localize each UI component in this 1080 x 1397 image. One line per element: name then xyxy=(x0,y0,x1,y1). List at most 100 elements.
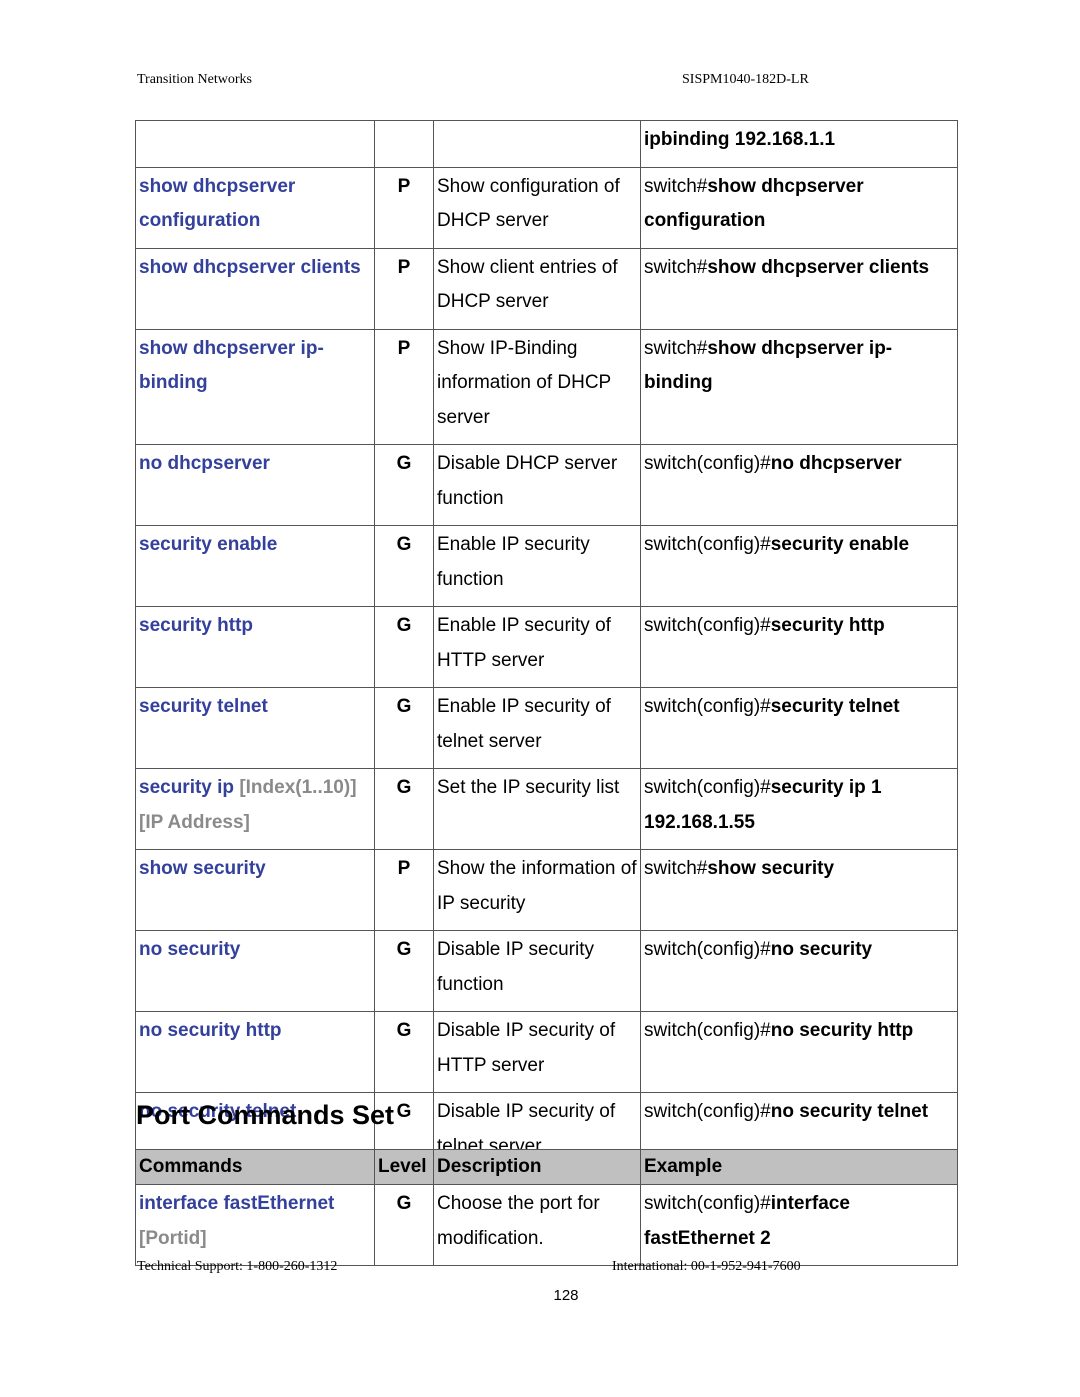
description-cell: Show configuration of DHCP server xyxy=(433,166,641,249)
example-cell: switch#show security xyxy=(640,849,958,931)
example-prompt: switch(config)# xyxy=(644,939,771,960)
example-prompt: switch# xyxy=(644,337,708,359)
description-cell: Enable IP security of telnet server xyxy=(433,687,641,769)
description-cell: Choose the port for modification. xyxy=(433,1184,641,1266)
example-cell: switch#show dhcpserver clients xyxy=(640,247,958,330)
example-command: show security xyxy=(707,858,835,879)
header-level: Level xyxy=(374,1149,434,1185)
example-prompt: switch(config)# xyxy=(644,615,771,636)
example-cell: switch(config)#security telnet xyxy=(640,687,958,769)
example-command: security http xyxy=(770,615,885,636)
level-cell: G xyxy=(374,768,434,850)
example-prompt: switch(config)# xyxy=(644,534,771,555)
command-cell: show dhcpserver configuration xyxy=(135,166,375,249)
description-cell: Enable IP security of HTTP server xyxy=(433,606,641,688)
header-commands: Commands xyxy=(135,1149,375,1185)
level-cell: P xyxy=(374,849,434,931)
table-row: show dhcpserver clients P Show client entr… xyxy=(135,247,958,330)
level-cell: P xyxy=(374,166,434,249)
table-header-row: Commands Level Description Example xyxy=(135,1149,958,1185)
command-cell: interface fastEthernet [Portid] xyxy=(135,1184,375,1266)
header-example: Example xyxy=(640,1149,958,1185)
example-command: show dhcpserver clients xyxy=(707,256,930,278)
command-cell: no security http xyxy=(135,1011,375,1093)
description-cell: Show client entries of DHCP server xyxy=(433,247,641,330)
example-prompt: switch# xyxy=(644,175,708,197)
level-cell: G xyxy=(374,1011,434,1093)
command-name: show dhcpserver clients xyxy=(139,256,361,278)
command-name: show dhcpserver ip-binding xyxy=(139,337,324,394)
command-cell: security ip [Index(1..10)] [IP Address] xyxy=(135,768,375,850)
example-cell: switch(config)#no security http xyxy=(640,1011,958,1093)
port-commands-table: Commands Level Description Example inter… xyxy=(135,1149,958,1266)
table-row: no security http G Disable IP security of … xyxy=(135,1011,958,1093)
description-cell: Enable IP security function xyxy=(433,525,641,607)
command-cell: security http xyxy=(135,606,375,688)
level-cell: G xyxy=(374,1184,434,1266)
example-prompt: switch(config)# xyxy=(644,696,771,717)
footer-support: Technical Support: 1-800-260-1312 xyxy=(137,1259,338,1274)
command-cell: no dhcpserver xyxy=(135,444,375,526)
command-cell: show security xyxy=(135,849,375,931)
table-row: show security P Show the information of IP… xyxy=(135,849,958,931)
description-cell: Disable IP security function xyxy=(433,930,641,1012)
description-cell: Show IP-Binding information of DHCP serv… xyxy=(433,328,641,445)
example-prompt: switch(config)# xyxy=(644,1193,771,1214)
level-cell: P xyxy=(374,247,434,330)
page-number: 128 xyxy=(553,1287,579,1304)
description-cell xyxy=(433,120,641,168)
example-prompt: switch(config)# xyxy=(644,453,771,474)
example-cell: switch(config)#interface fastEthernet 2 xyxy=(640,1184,958,1266)
header-company: Transition Networks xyxy=(137,72,252,87)
command-name: no dhcpserver xyxy=(139,453,270,474)
table-row: security http G Enable IP security of HTTP… xyxy=(135,606,958,688)
example-command: no dhcpserver xyxy=(770,453,902,474)
command-cell: show dhcpserver ip-binding xyxy=(135,328,375,445)
level-cell: G xyxy=(374,930,434,1012)
command-name: security enable xyxy=(139,534,278,555)
level-cell: P xyxy=(374,328,434,445)
example-command: security telnet xyxy=(770,696,900,717)
command-name: security http xyxy=(139,615,254,636)
example-command: ipbinding 192.168.1.1 xyxy=(644,129,836,150)
command-cell xyxy=(135,120,375,168)
example-prompt: switch# xyxy=(644,858,708,879)
command-name: security telnet xyxy=(139,696,268,717)
command-name: no security xyxy=(139,939,241,960)
description-cell: Set the IP security list xyxy=(433,768,641,850)
description-cell: Show the information of IP security xyxy=(433,849,641,931)
table-row: interface fastEthernet [Portid] G Choose t… xyxy=(135,1184,958,1266)
table-row: security enable G Enable IP security funct… xyxy=(135,525,958,607)
example-cell: switch(config)#security ip 1 192.168.1.5… xyxy=(640,768,958,850)
command-name: show security xyxy=(139,858,266,879)
example-cell: switch(config)#security enable xyxy=(640,525,958,607)
table-row: no security G Disable IP security function… xyxy=(135,930,958,1012)
table-row: security telnet G Enable IP security of te… xyxy=(135,687,958,769)
example-prompt: switch(config)# xyxy=(644,1101,771,1122)
level-cell: G xyxy=(374,525,434,607)
command-cell: security telnet xyxy=(135,687,375,769)
description-cell: Disable DHCP server function xyxy=(433,444,641,526)
command-name: no security http xyxy=(139,1020,282,1041)
example-prompt: switch(config)# xyxy=(644,777,771,798)
example-cell: switch(config)#no security xyxy=(640,930,958,1012)
command-name: show dhcpserver configuration xyxy=(139,175,296,232)
example-command: no security xyxy=(770,939,873,960)
header-description: Description xyxy=(433,1149,641,1185)
example-prompt: switch# xyxy=(644,256,708,278)
command-cell: show dhcpserver clients xyxy=(135,247,375,330)
table-row: security ip [Index(1..10)] [IP Address] G… xyxy=(135,768,958,850)
footer-international: International: 00-1-952-941-7600 xyxy=(612,1259,801,1274)
example-command: security enable xyxy=(770,534,910,555)
command-name: security ip xyxy=(139,777,235,798)
command-cell: no security xyxy=(135,930,375,1012)
level-cell: G xyxy=(374,687,434,769)
example-cell: switch(config)#no dhcpserver xyxy=(640,444,958,526)
section-title: Port Commands Set xyxy=(136,1100,395,1130)
example-prompt: switch(config)# xyxy=(644,1020,771,1041)
table-row: show dhcpserver ip-binding P Show IP-Bindi… xyxy=(135,328,958,445)
example-command: no security telnet xyxy=(770,1101,929,1122)
command-cell: security enable xyxy=(135,525,375,607)
example-cell: ipbinding 192.168.1.1 xyxy=(640,120,958,168)
level-cell: G xyxy=(374,606,434,688)
